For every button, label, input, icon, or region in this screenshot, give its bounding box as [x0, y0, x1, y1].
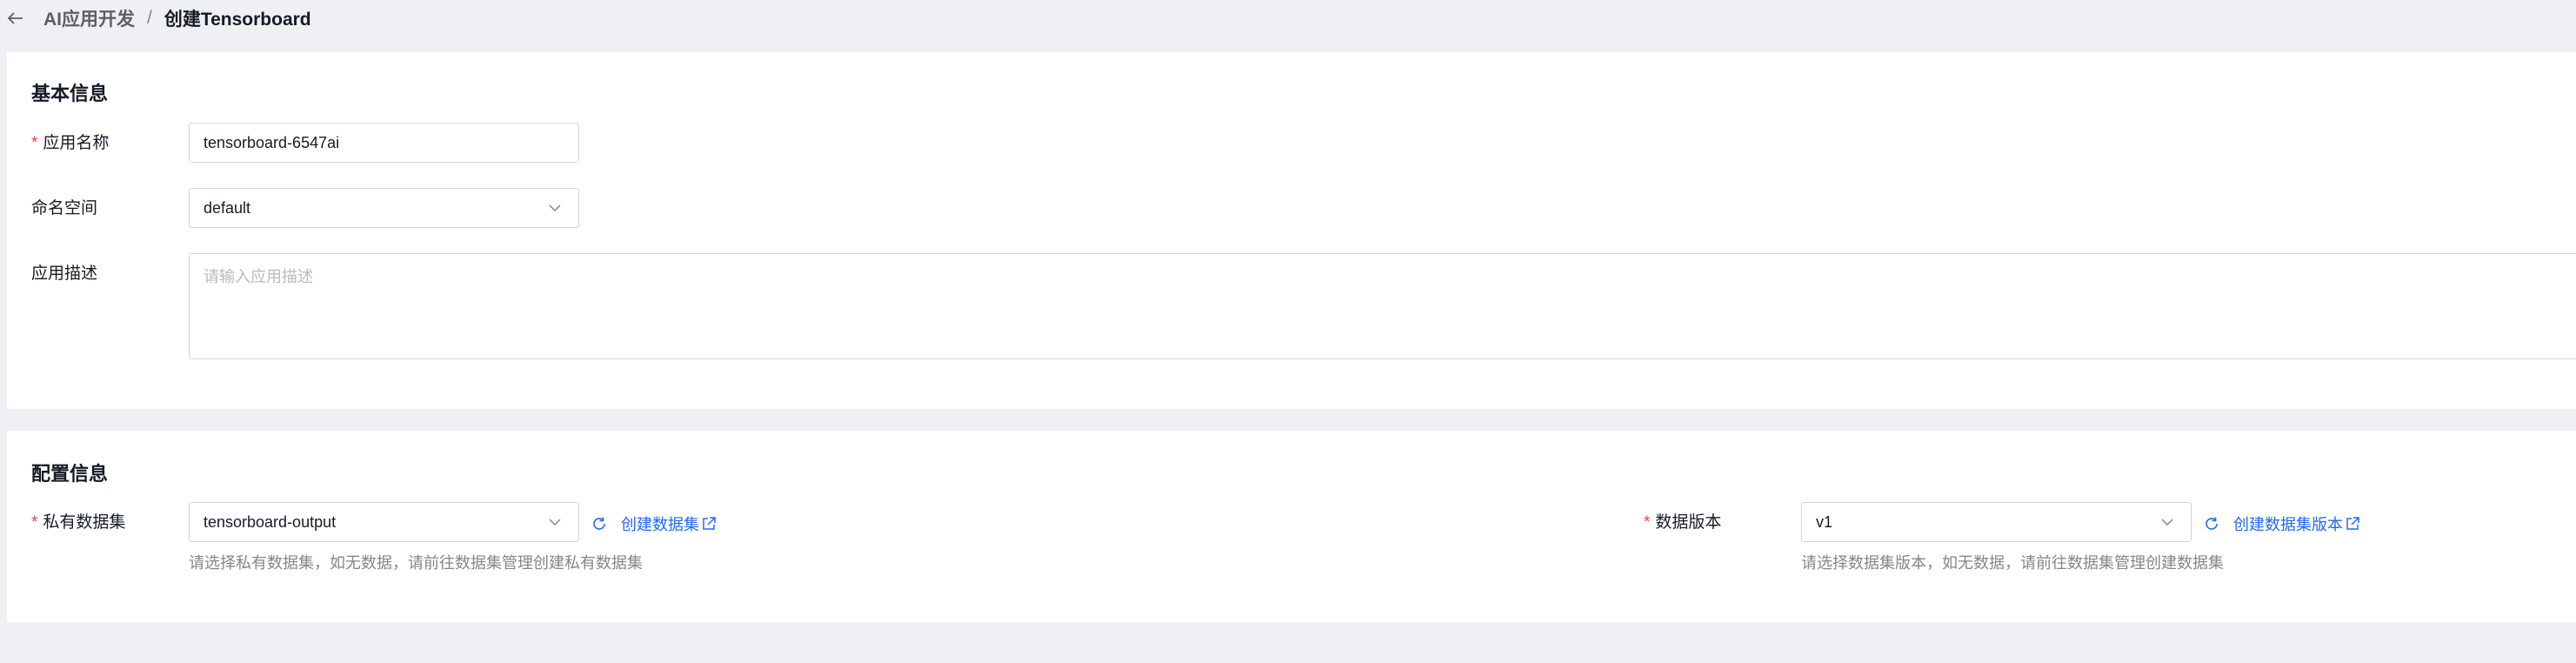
create-version-text[interactable]: 创建数据集版本	[2233, 512, 2343, 535]
dataset-select[interactable]: tensorboard-output	[189, 502, 579, 542]
refresh-icon[interactable]	[591, 515, 609, 532]
config-info-card: 配置信息 * 私有数据集 tensorboard-output 创建数据集 请选择…	[7, 431, 2576, 622]
required-mark: *	[31, 134, 38, 152]
version-select[interactable]: v1	[1801, 502, 2192, 542]
create-dataset-link[interactable]: 创建数据集	[591, 512, 717, 535]
page-header: AI应用开发 / 创建Tensorboard	[0, 0, 2576, 37]
app-name-label: * 应用名称	[31, 134, 110, 152]
back-arrow-icon[interactable]	[7, 9, 26, 28]
page-title: 创建Tensorboard	[164, 10, 311, 30]
dataset-hint: 请选择私有数据集，如无数据，请前往数据集管理创建私有数据集	[189, 554, 643, 572]
breadcrumb-parent[interactable]: AI应用开发	[43, 5, 135, 31]
dataset-value: tensorboard-output	[204, 512, 337, 531]
app-name-value: tensorboard-6547ai	[204, 133, 340, 151]
namespace-label: 命名空间	[31, 199, 98, 218]
chevron-down-icon	[2158, 512, 2177, 532]
external-link-icon	[701, 516, 717, 532]
namespace-value: default	[204, 198, 251, 217]
breadcrumb-separator: /	[147, 8, 152, 28]
version-label: * 数据版本	[1644, 513, 1722, 532]
app-name-input[interactable]: tensorboard-6547ai	[189, 123, 579, 163]
external-link-icon	[2345, 516, 2360, 532]
required-mark: *	[31, 513, 38, 532]
refresh-icon[interactable]	[2204, 515, 2221, 532]
create-dataset-text[interactable]: 创建数据集	[621, 512, 699, 535]
chevron-down-icon	[545, 512, 564, 532]
description-placeholder: 请输入应用描述	[204, 268, 313, 285]
create-version-link[interactable]: 创建数据集版本	[2204, 512, 2360, 535]
namespace-select[interactable]: default	[189, 188, 579, 228]
config-info-title: 配置信息	[31, 463, 109, 485]
version-value: v1	[1816, 512, 1833, 531]
description-label: 应用描述	[31, 265, 98, 283]
required-mark: *	[1644, 513, 1651, 532]
basic-info-title: 基本信息	[31, 83, 109, 104]
dataset-label: * 私有数据集	[31, 513, 126, 532]
chevron-down-icon	[545, 198, 564, 218]
basic-info-card: 基本信息 * 应用名称 tensorboard-6547ai 命名空间 defau…	[7, 52, 2576, 409]
version-hint: 请选择数据集版本，如无数据，请前往数据集管理创建数据集	[1801, 554, 2224, 572]
description-textarea[interactable]: 请输入应用描述	[189, 253, 2576, 359]
